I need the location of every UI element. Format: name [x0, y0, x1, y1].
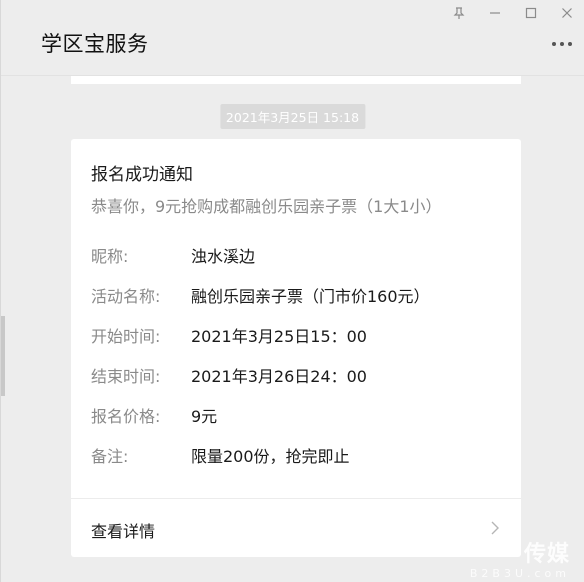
field-row-end-time: 结束时间: 2021年3月26日24：00: [91, 363, 511, 403]
chat-title: 学区宝服务: [41, 32, 149, 56]
field-label: 结束时间:: [91, 367, 161, 386]
notification-card: 报名成功通知 恭喜你，9元抢购成都融创乐园亲子票（1大1小） 昵称: 浊水溪边 …: [71, 139, 521, 557]
field-row-start-time: 开始时间: 2021年3月25日15：00: [91, 323, 511, 363]
field-row-activity: 活动名称: 融创乐园亲子票（门市价160元）: [91, 283, 511, 323]
maximize-icon[interactable]: [524, 6, 538, 20]
field-value: 融创乐园亲子票（门市价160元）: [191, 287, 430, 306]
field-label: 报名价格:: [91, 407, 161, 426]
view-details-label: 查看详情: [91, 522, 156, 541]
field-value: 9元: [191, 407, 218, 426]
pin-icon[interactable]: [452, 6, 466, 20]
field-label: 备注:: [91, 447, 129, 466]
card-subtitle: 恭喜你，9元抢购成都融创乐园亲子票（1大1小）: [91, 197, 442, 216]
more-dots-icon[interactable]: [552, 42, 572, 46]
field-value: 浊水溪边: [191, 247, 256, 266]
view-details-link[interactable]: 查看详情: [71, 499, 521, 557]
field-row-nickname: 昵称: 浊水溪边: [91, 243, 511, 283]
close-icon[interactable]: [560, 6, 574, 20]
chevron-right-icon: [491, 521, 499, 535]
field-list: 昵称: 浊水溪边 活动名称: 融创乐园亲子票（门市价160元） 开始时间: 20…: [91, 243, 511, 483]
message-timestamp: 2021年3月25日 15:18: [219, 104, 366, 129]
field-value: 限量200份，抢完即止: [191, 447, 350, 466]
field-value: 2021年3月25日15：00: [191, 327, 367, 346]
chat-window: 学区宝服务 2021年3月25日 15:18 报名成功通知 恭喜你，9元抢购成都…: [0, 0, 584, 582]
previous-message-card: [71, 76, 521, 84]
field-row-note: 备注: 限量200份，抢完即止: [91, 443, 511, 483]
minimize-icon[interactable]: [488, 6, 502, 20]
resize-handle[interactable]: [1, 316, 5, 396]
watermark-url: B2B3U.com: [469, 567, 570, 580]
field-row-price: 报名价格: 9元: [91, 403, 511, 443]
card-title: 报名成功通知: [91, 165, 193, 185]
field-label: 开始时间:: [91, 327, 161, 346]
field-label: 活动名称:: [91, 287, 161, 306]
field-label: 昵称:: [91, 247, 129, 266]
window-controls: [452, 6, 574, 20]
field-value: 2021年3月26日24：00: [191, 367, 367, 386]
watermark-logo: 传媒: [523, 542, 570, 567]
